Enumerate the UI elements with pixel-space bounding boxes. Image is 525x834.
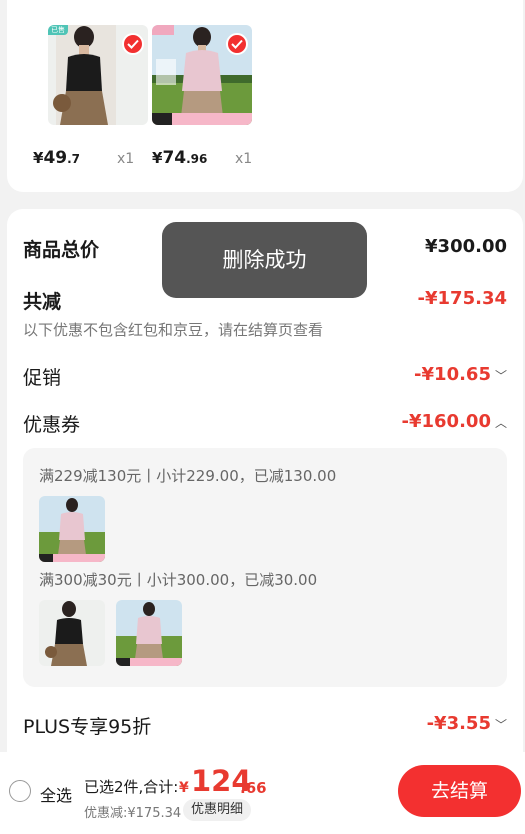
product-photo-2-small	[39, 496, 105, 562]
total-price-value: ¥300.00	[425, 236, 507, 257]
selected-check-icon-2[interactable]	[226, 33, 248, 55]
discount-detail-button[interactable]: 优惠明细	[183, 799, 252, 821]
selected-count-text: 已选2件,合计:	[84, 778, 179, 796]
promo-row-toggle[interactable]: -¥10.65 ﹀	[414, 364, 507, 385]
product-card: 已售 ¥49.7 x1 ¥74.96 x1	[7, 0, 523, 192]
price-dec: .7	[67, 152, 81, 166]
coupon-product-thumb[interactable]	[116, 600, 182, 666]
price-int: 49	[43, 148, 68, 168]
coupon-product-thumb[interactable]	[39, 600, 105, 666]
product-qty-1: x1	[117, 151, 135, 167]
price-int: 74	[162, 148, 187, 168]
product-photo-2-small	[116, 600, 182, 666]
plus-discount-label: PLUS专享95折	[23, 716, 152, 738]
price-currency: ¥	[152, 149, 163, 167]
coupon-product-thumb[interactable]	[39, 496, 105, 562]
promo-value: -¥10.65	[414, 364, 491, 385]
chevron-up-icon: ︿	[494, 415, 507, 430]
total-reduce-value: -¥175.34	[417, 288, 507, 309]
coupon-row-toggle[interactable]: -¥160.00 ︿	[402, 411, 507, 432]
chevron-down-icon: ﹀	[494, 368, 507, 383]
total-reduce-label: 共减	[23, 291, 62, 313]
product-tag-1: 已售	[48, 25, 68, 35]
plus-row-toggle[interactable]: -¥3.55 ﹀	[427, 713, 507, 734]
coupon-rule-1: 满229减130元丨小计229.00，已减130.00	[39, 467, 337, 485]
total-amount-dec: .66	[240, 779, 267, 797]
product-photo-1-small	[39, 600, 105, 666]
product-image-1[interactable]: 已售	[48, 25, 148, 125]
coupon-value: -¥160.00	[401, 411, 491, 432]
plus-discount-value: -¥3.55	[426, 713, 491, 734]
select-all-label[interactable]: 全选	[40, 782, 72, 806]
chevron-down-icon: ﹀	[494, 717, 507, 732]
total-currency: ¥	[179, 780, 189, 796]
select-all-radio[interactable]	[9, 780, 31, 802]
product-price-2: ¥74.96	[152, 148, 207, 168]
total-price-label: 商品总价	[23, 239, 100, 261]
product-price-1: ¥49.7	[33, 148, 80, 168]
checkout-button[interactable]: 去结算	[398, 765, 521, 817]
promo-label: 促销	[23, 367, 62, 389]
checkout-bar: 全选 已选2件,合计: ¥ 124 .66 优惠减:¥175.34 优惠明细 去…	[0, 752, 525, 834]
coupon-rule-2: 满300减30元丨小计300.00，已减30.00	[39, 571, 318, 589]
toast-message: 删除成功	[162, 222, 367, 298]
price-dec: .96	[186, 152, 208, 166]
discount-summary: 优惠减:¥175.34	[84, 806, 182, 821]
coupon-label: 优惠券	[23, 414, 81, 436]
selected-check-icon-1[interactable]	[122, 33, 144, 55]
coupon-detail-box: 满229减130元丨小计229.00，已减130.00 满300减30元丨小计3…	[23, 448, 507, 687]
price-currency: ¥	[33, 149, 44, 167]
product-qty-2: x1	[235, 151, 253, 167]
discount-note: 以下优惠不包含红包和京豆，请在结算页查看	[23, 321, 324, 339]
product-image-2[interactable]	[152, 25, 252, 125]
